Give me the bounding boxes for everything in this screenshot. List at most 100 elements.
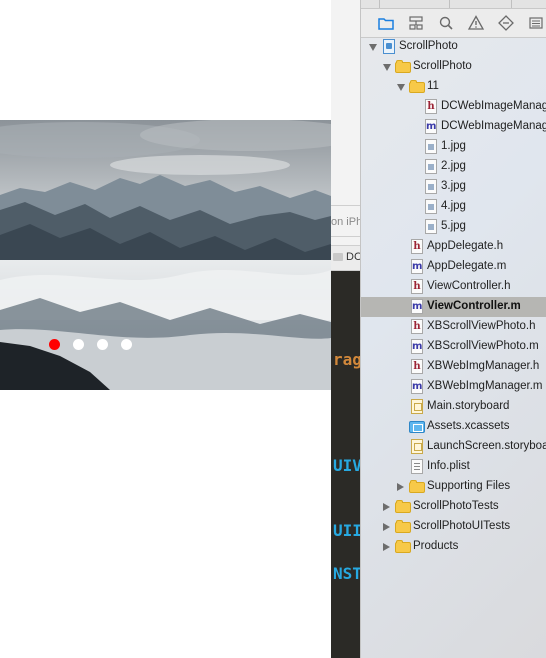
image-file-icon — [423, 179, 439, 195]
tree-row[interactable]: LaunchScreen.storyboard — [361, 437, 546, 457]
tree-row-label: 4.jpg — [441, 200, 466, 212]
tree-row[interactable]: ScrollPhoto — [361, 57, 546, 77]
tree-row[interactable]: m XBWebImgManager.m — [361, 377, 546, 397]
header-file-icon: h — [409, 319, 425, 335]
tree-row[interactable]: Products — [361, 537, 546, 557]
tree-row[interactable]: ScrollPhotoUITests — [361, 517, 546, 537]
tree-row-label: LaunchScreen.storyboard — [427, 440, 546, 452]
project-icon — [381, 39, 397, 55]
tree-row-label: ViewController.m — [427, 300, 521, 312]
divider — [331, 236, 360, 237]
folder-icon — [395, 519, 411, 535]
page-dot-3[interactable] — [97, 339, 108, 350]
hierarchy-icon[interactable] — [407, 14, 425, 32]
folder-icon — [409, 79, 425, 95]
tree-row[interactable]: h ViewController.h — [361, 277, 546, 297]
disclosure-open-icon[interactable] — [397, 84, 405, 91]
header-file-icon: h — [409, 279, 425, 295]
tree-row-label: AppDelegate.h — [427, 240, 504, 252]
tree-row[interactable]: 1.jpg — [361, 137, 546, 157]
tree-row-label: XBScrollViewPhoto.m — [427, 340, 539, 352]
tree-row-label: 2.jpg — [441, 160, 466, 172]
simulator-screen — [0, 0, 331, 658]
tree-row-label: Info.plist — [427, 460, 470, 472]
tree-row-label: DCWebImageManager.h — [441, 100, 546, 112]
warning-icon[interactable] — [467, 14, 485, 32]
page-control[interactable] — [0, 339, 331, 351]
storyboard-file-icon — [409, 399, 425, 415]
tree-row[interactable]: hDCWebImageManager.h — [361, 97, 546, 117]
project-navigator[interactable]: ScrollPhoto ScrollPhoto 11 h DCWebImageManag… — [360, 0, 546, 658]
folder-icon — [395, 59, 411, 75]
image-file-icon — [423, 139, 439, 155]
tree-row-label: ViewController.h — [427, 280, 511, 292]
divider — [331, 205, 360, 206]
tree-row[interactable]: h AppDelegate.h — [361, 237, 546, 257]
image-file-icon — [423, 159, 439, 175]
code-fragment: UII — [333, 521, 360, 540]
disclosure-open-icon[interactable] — [369, 44, 377, 51]
tree-row-label: 5.jpg — [441, 220, 466, 232]
disclosure-closed-icon[interactable] — [383, 503, 390, 511]
tree-row-label: ScrollPhotoTests — [413, 500, 499, 512]
folder-icon — [395, 539, 411, 555]
tree-row[interactable]: m XBScrollViewPhoto.m — [361, 337, 546, 357]
source-file-icon: m — [411, 299, 423, 314]
tree-row[interactable]: Supporting Files — [361, 477, 546, 497]
source-file-icon: m — [411, 259, 423, 274]
tree-row[interactable]: m AppDelegate.m — [361, 257, 546, 277]
source-file-icon: m — [411, 339, 423, 354]
header-file-icon: h — [409, 359, 425, 375]
tree-row[interactable]: m DCWebImageManager.m — [361, 117, 546, 137]
page-dot-4[interactable] — [121, 339, 132, 350]
tree-row-label: XBWebImgManager.h — [427, 360, 540, 372]
tree-row-label: ScrollPhoto — [399, 40, 458, 52]
folder-icon[interactable] — [377, 14, 395, 32]
image-file-icon — [423, 219, 439, 235]
tree-row-label: 3.jpg — [441, 180, 466, 192]
disclosure-closed-icon[interactable] — [383, 543, 390, 551]
tree-row[interactable]: 11 — [361, 77, 546, 97]
code-editor[interactable]: on iPh DC rage UIV UII NST — [331, 0, 360, 658]
source-file-icon: m — [411, 379, 423, 394]
tree-row-label: ScrollPhoto — [413, 60, 472, 72]
tree-row-label: Assets.xcassets — [427, 420, 510, 432]
tree-row-label: DCWebImageManager.m — [441, 120, 546, 132]
tree-row[interactable]: Assets.xcassets — [361, 417, 546, 437]
page-dot-1[interactable] — [49, 339, 60, 350]
code-fragment: rage — [333, 350, 360, 369]
disclosure-closed-icon[interactable] — [383, 523, 390, 531]
disclosure-open-icon[interactable] — [383, 64, 391, 71]
tree-row-label: ScrollPhotoUITests — [413, 520, 511, 532]
header-file-icon: h — [409, 239, 425, 255]
tree-row[interactable]: h XBWebImgManager.h — [361, 357, 546, 377]
editor-chrome: on iPh — [331, 0, 360, 245]
tree-row[interactable]: 4.jpg — [361, 197, 546, 217]
tree-row[interactable]: 3.jpg — [361, 177, 546, 197]
tree-row[interactable]: 5.jpg — [361, 217, 546, 237]
list-icon[interactable] — [527, 14, 545, 32]
tree-row[interactable]: Info.plist — [361, 457, 546, 477]
tree-row[interactable]: 2.jpg — [361, 157, 546, 177]
tree-row[interactable]: ScrollPhoto — [361, 37, 546, 57]
tree-row[interactable]: m ViewController.m — [361, 297, 546, 317]
tree-row-label: XBScrollViewPhoto.h — [427, 320, 536, 332]
plist-file-icon — [409, 459, 425, 475]
storyboard-file-icon — [409, 439, 425, 455]
tree-row-label: AppDelegate.m — [427, 260, 507, 272]
tree-row[interactable]: h XBScrollViewPhoto.h — [361, 317, 546, 337]
breakpoint-icon[interactable] — [497, 14, 515, 32]
tree-row-label: Main.storyboard — [427, 400, 510, 412]
folder-icon — [333, 253, 343, 261]
tree-row[interactable]: Main.storyboard — [361, 397, 546, 417]
tree-row-label: 11 — [427, 80, 439, 92]
folder-icon — [409, 479, 425, 495]
disclosure-closed-icon[interactable] — [397, 483, 404, 491]
tree-row[interactable]: ScrollPhotoTests — [361, 497, 546, 517]
tree-row-label: 1.jpg — [441, 140, 466, 152]
asset-catalog-icon — [409, 419, 425, 435]
jump-bar-label[interactable]: DC — [346, 251, 360, 263]
jump-bar[interactable]: DC — [331, 245, 360, 271]
search-icon[interactable] — [437, 14, 455, 32]
page-dot-2[interactable] — [73, 339, 84, 350]
